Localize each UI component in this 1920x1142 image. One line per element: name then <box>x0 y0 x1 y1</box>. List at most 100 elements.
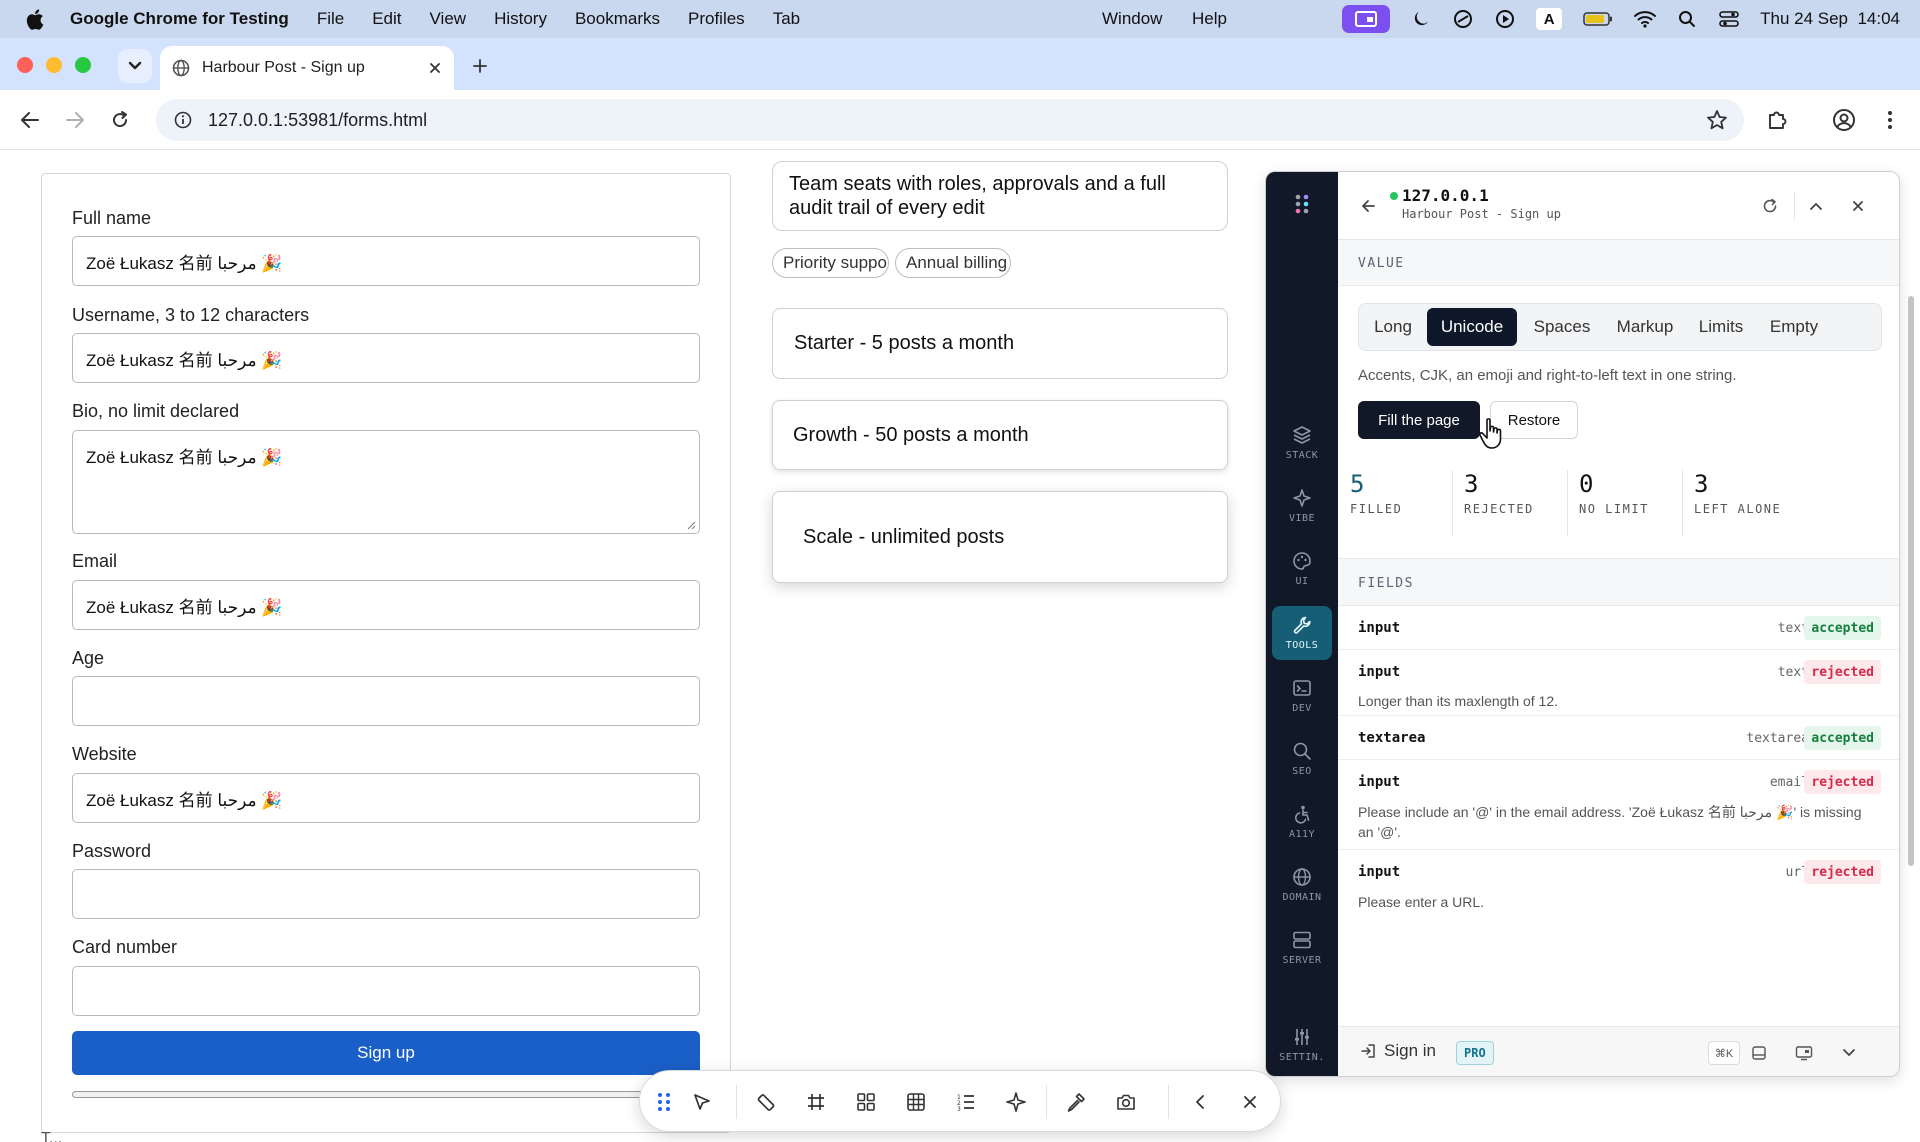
address-bar[interactable]: 127.0.0.1:53981/forms.html <box>156 99 1744 141</box>
spotlight-search-icon[interactable] <box>1676 8 1698 30</box>
segment-long[interactable]: Long <box>1365 308 1421 346</box>
ext-close-button[interactable] <box>1846 194 1870 218</box>
ext-back-button[interactable] <box>1356 194 1380 218</box>
chip-annual-billing[interactable]: Annual billing <box>895 248 1011 278</box>
plan-scale[interactable]: Scale - unlimited posts <box>772 491 1228 583</box>
window-minimize-button[interactable] <box>46 57 62 73</box>
tab-search-button[interactable] <box>118 49 152 83</box>
rail-domain[interactable]: DOMAIN <box>1272 858 1332 912</box>
eyedropper-icon[interactable] <box>1062 1088 1090 1116</box>
extensions-button[interactable] <box>1763 106 1791 134</box>
username-input[interactable]: Zoë Łukasz 名前 مرحبا 🎉 <box>72 333 700 383</box>
rail-settings[interactable]: SETTIN. <box>1272 1018 1332 1072</box>
app-name-menu[interactable]: Google Chrome for Testing <box>70 9 289 29</box>
search-icon <box>1293 742 1311 760</box>
pro-badge[interactable]: PRO <box>1456 1041 1494 1065</box>
chip-priority-support[interactable]: Priority support <box>772 248 889 278</box>
plan-growth[interactable]: Growth - 50 posts a month <box>772 400 1228 470</box>
full-name-input[interactable]: Zoë Łukasz 名前 مرحبا 🎉 <box>72 236 700 286</box>
ruler-icon[interactable] <box>752 1088 780 1116</box>
segment-spaces[interactable]: Spaces <box>1523 308 1601 346</box>
drag-handle-icon[interactable] <box>650 1088 678 1116</box>
email-input[interactable]: Zoë Łukasz 名前 مرحبا 🎉 <box>72 580 700 630</box>
screen-share-icon[interactable] <box>1342 5 1391 33</box>
ext-collapse-button[interactable] <box>1804 194 1828 218</box>
chevron-left-icon[interactable] <box>1186 1088 1214 1116</box>
chrome-menu-button[interactable] <box>1876 106 1904 134</box>
numbered-list-icon[interactable]: 123 <box>952 1088 980 1116</box>
rail-server[interactable]: SERVER <box>1272 921 1332 975</box>
website-input[interactable]: Zoë Łukasz 名前 مرحبا 🎉 <box>72 773 700 823</box>
back-button[interactable] <box>16 106 44 134</box>
profile-button[interactable] <box>1830 106 1858 134</box>
field-result-row[interactable]: textarea textarea accepted <box>1338 716 1899 760</box>
new-tab-button[interactable] <box>466 52 494 80</box>
screen-mirror-icon[interactable] <box>1793 1042 1815 1064</box>
menubar-clock[interactable]: Thu 24 Sep 14:04 <box>1760 9 1900 29</box>
frame-icon[interactable] <box>802 1088 830 1116</box>
sparkle-icon[interactable] <box>1002 1088 1030 1116</box>
field-result-row[interactable]: input text accepted <box>1338 606 1899 650</box>
bio-label: Bio, no limit declared <box>72 401 240 421</box>
wifi-icon[interactable] <box>1634 8 1657 30</box>
rail-seo[interactable]: SEO <box>1272 732 1332 786</box>
input-source-icon[interactable]: A <box>1536 8 1563 30</box>
rail-tools[interactable]: TOOLS <box>1272 606 1332 660</box>
menu-bookmarks[interactable]: Bookmarks <box>575 9 660 29</box>
menu-help[interactable]: Help <box>1192 9 1227 29</box>
menu-edit[interactable]: Edit <box>372 9 401 29</box>
fill-the-page-button[interactable]: Fill the page <box>1358 401 1480 439</box>
field-result-row[interactable]: input text rejected Longer than its maxl… <box>1338 650 1899 716</box>
focus-moon-icon[interactable] <box>1410 8 1432 30</box>
tab-harbour-post[interactable]: Harbour Post - Sign up <box>160 46 454 90</box>
segment-empty[interactable]: Empty <box>1759 308 1829 346</box>
segment-markup[interactable]: Markup <box>1607 308 1683 346</box>
sidebar-toggle-icon[interactable] <box>1748 1042 1770 1064</box>
rail-ui[interactable]: UI <box>1272 542 1332 596</box>
field-result-row[interactable]: input url rejected Please enter a URL. <box>1338 850 1899 916</box>
menu-view[interactable]: View <box>430 9 467 29</box>
reload-button[interactable] <box>106 106 134 134</box>
vpn-icon[interactable] <box>1452 8 1474 30</box>
age-input[interactable] <box>72 676 700 726</box>
close-icon[interactable] <box>1236 1088 1264 1116</box>
plan-starter[interactable]: Starter - 5 posts a month <box>772 308 1228 379</box>
menu-file[interactable]: File <box>317 9 344 29</box>
menu-window[interactable]: Window <box>1102 9 1162 29</box>
control-center-icon[interactable] <box>1718 8 1740 30</box>
rail-vibe[interactable]: VIBE <box>1272 479 1332 533</box>
forward-button[interactable] <box>61 106 89 134</box>
apple-menu-icon[interactable] <box>0 8 70 30</box>
password-input[interactable] <box>72 869 700 919</box>
url-text[interactable]: 127.0.0.1:53981/forms.html <box>208 110 427 131</box>
segment-limits[interactable]: Limits <box>1689 308 1753 346</box>
sign-in-button[interactable]: Sign in <box>1360 1041 1436 1061</box>
grid-icon[interactable] <box>852 1088 880 1116</box>
rail-dev[interactable]: DEV <box>1272 669 1332 723</box>
rail-a11y[interactable]: A11Y <box>1272 795 1332 849</box>
tab-close-icon[interactable] <box>428 61 442 75</box>
media-play-icon[interactable] <box>1494 8 1516 30</box>
resize-grip-icon[interactable] <box>686 520 696 530</box>
menu-tab[interactable]: Tab <box>773 9 800 29</box>
menu-profiles[interactable]: Profiles <box>688 9 745 29</box>
fields-section-header <box>1338 558 1899 606</box>
command-palette-shortcut[interactable]: ⌘K <box>1708 1041 1740 1065</box>
card-number-input[interactable] <box>72 966 700 1016</box>
table-icon[interactable] <box>902 1088 930 1116</box>
select-cursor-icon[interactable] <box>688 1088 716 1116</box>
window-close-button[interactable] <box>17 57 33 73</box>
menu-history[interactable]: History <box>494 9 547 29</box>
signup-button[interactable]: Sign up <box>72 1031 700 1075</box>
bio-textarea[interactable]: Zoë Łukasz 名前 مرحبا 🎉 <box>72 430 700 534</box>
panel-scrollbar[interactable] <box>1908 296 1914 866</box>
window-zoom-button[interactable] <box>75 57 91 73</box>
field-result-row[interactable]: input email rejected Please include an '… <box>1338 760 1899 850</box>
rail-stack[interactable]: STACK <box>1272 416 1332 470</box>
ext-refresh-button[interactable] <box>1758 194 1782 218</box>
camera-icon[interactable] <box>1112 1088 1140 1116</box>
segment-unicode[interactable]: Unicode <box>1427 308 1517 346</box>
range-track[interactable] <box>72 1091 700 1098</box>
chevron-down-icon[interactable] <box>1838 1042 1860 1064</box>
bookmark-star-icon[interactable] <box>1706 109 1728 131</box>
